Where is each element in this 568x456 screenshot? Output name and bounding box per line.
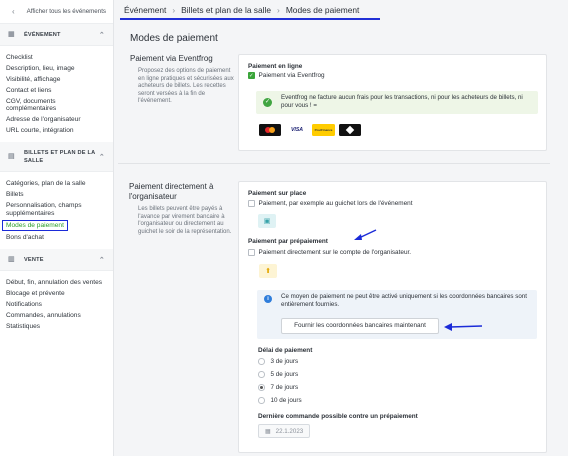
sidebar-item-presale[interactable]: Blocage et prévente — [0, 288, 113, 299]
provide-bank-details-button[interactable]: Fournir les coordonnées bancaires mainte… — [281, 318, 439, 334]
section-title: VENTE — [24, 256, 44, 263]
sidebar-item-vouchers[interactable]: Bons d'achat — [0, 232, 113, 243]
check-circle-icon: ✓ — [263, 98, 272, 107]
section-header-tickets[interactable]: ▤ BILLETS ET PLAN DE LA SALLE ⌃ — [0, 142, 113, 173]
checkbox-checked[interactable]: ✓ — [248, 72, 255, 79]
nav-list-event: Checklist Description, lieu, image Visib… — [0, 46, 113, 142]
radio-button-selected[interactable] — [258, 384, 265, 391]
deadline-option-label: 3 de jours — [270, 358, 299, 365]
sidebar-item-organizer-address[interactable]: Adresse de l'organisateur — [0, 114, 113, 125]
onsite-checkbox-label: Paiement, par exemple au guichet lors de… — [258, 200, 413, 207]
section-header-event[interactable]: ▦ ÉVÉNEMENT ⌃ — [0, 24, 113, 46]
breadcrumb-current: Modes de paiement — [285, 5, 360, 15]
onsite-heading: Paiement sur place — [248, 190, 307, 197]
online-payment-checkbox-label: Paiement via Eventfrog — [258, 72, 325, 79]
chevron-right-icon: › — [172, 5, 176, 15]
direct-section-description: Les billets peuvent être payés à l'avanc… — [138, 206, 232, 235]
radio-button[interactable] — [258, 371, 265, 378]
checkbox-unchecked[interactable] — [248, 249, 255, 256]
visa-logo: VISA — [286, 124, 308, 136]
last-order-date-value: 22.1.2023 — [275, 427, 304, 435]
direct-payment-card: Paiement sur place Paiement, par exemple… — [238, 181, 547, 453]
bank-details-info-text: Ce moyen de paiement ne peut être activé… — [281, 293, 527, 309]
deadline-option-10[interactable]: 10 de jours — [258, 397, 302, 404]
annotation-arrow-icon — [444, 323, 483, 331]
chevron-left-icon: ‹ — [12, 7, 15, 16]
ticket-icon: ▤ — [8, 153, 15, 161]
section-divider — [118, 163, 550, 164]
section-title: ÉVÉNEMENT — [24, 31, 61, 38]
sidebar-item-customization[interactable]: Personnalisation, champs supplémentaires — [0, 200, 113, 219]
prepay-heading: Paiement par prépaiement — [248, 238, 328, 245]
deadline-option-label: 10 de jours — [270, 397, 302, 404]
sidebar-item-tickets[interactable]: Billets — [0, 189, 113, 200]
eventfrog-card: Paiement en ligne ✓ Paiement via Eventfr… — [238, 54, 547, 151]
sidebar-item-short-url[interactable]: URL courte, intégration — [0, 125, 113, 136]
prepay-checkbox-label: Paiement directement sur le compte de l'… — [258, 249, 412, 256]
bank-transfer-icon: ⬆ — [259, 264, 277, 278]
section-title: BILLETS ET PLAN DE LA SALLE — [24, 149, 96, 164]
radio-button[interactable] — [258, 397, 265, 404]
deadline-option-7[interactable]: 7 de jours — [258, 384, 298, 391]
sidebar-item-orders[interactable]: Commandes, annulations — [0, 310, 113, 321]
annotation-arrow-icon — [354, 229, 377, 240]
page-title: Modes de paiement — [130, 33, 218, 44]
section-header-sales[interactable]: ▥ VENTE ⌃ — [0, 249, 113, 272]
chevron-up-icon: ⌃ — [98, 31, 105, 39]
back-link-label: Afficher tous les événements — [26, 8, 107, 15]
nav-list-sales: Début, fin, annulation des ventes Blocag… — [0, 271, 113, 338]
mastercard-logo — [259, 124, 281, 136]
calendar-icon: ▦ — [265, 428, 271, 435]
chevron-right-icon: › — [277, 5, 280, 15]
no-fees-text: Eventfrog ne facture aucun frais pour le… — [281, 94, 523, 110]
checkbox-unchecked[interactable] — [248, 200, 255, 207]
breadcrumb-tickets[interactable]: Billets et plan de la salle — [181, 5, 271, 15]
sidebar-item-checklist[interactable]: Checklist — [0, 52, 113, 63]
postfinance-logo: PostFinance — [312, 124, 335, 136]
cash-register-icon: ▣ — [258, 214, 276, 228]
info-icon: i — [264, 295, 272, 303]
online-payment-heading: Paiement en ligne — [248, 63, 303, 70]
breadcrumb: Événement › Billets et plan de la salle … — [120, 2, 380, 20]
bank-details-info-box: i Ce moyen de paiement ne peut être acti… — [257, 290, 537, 339]
deadline-option-label: 5 de jours — [270, 371, 299, 378]
prepay-checkbox-row[interactable]: Paiement directement sur le compte de l'… — [248, 249, 411, 256]
deadline-option-label: 7 de jours — [270, 384, 299, 391]
back-to-events-link[interactable]: ‹ Afficher tous les événements — [0, 0, 113, 24]
no-fees-notice: ✓ Eventfrog ne facture aucun frais pour … — [256, 91, 538, 114]
nav-list-tickets: Catégories, plan de la salle Billets Per… — [0, 172, 113, 249]
deadline-option-3[interactable]: 3 de jours — [258, 358, 298, 365]
sidebar-item-visibility[interactable]: Visibilité, affichage — [0, 74, 113, 85]
online-payment-checkbox-row[interactable]: ✓ Paiement via Eventfrog — [248, 72, 325, 79]
sidebar-item-sales-period[interactable]: Début, fin, annulation des ventes — [0, 277, 113, 288]
chevron-up-icon: ⌃ — [98, 256, 105, 264]
deadline-heading: Délai de paiement — [258, 347, 313, 354]
sidebar-item-cgv[interactable]: CGV, documents complémentaires — [0, 96, 113, 115]
eventfrog-section-description: Proposez des options de paiement en lign… — [138, 68, 234, 105]
sidebar-item-notifications[interactable]: Notifications — [0, 299, 113, 310]
last-order-date-input[interactable]: ▦ 22.1.2023 — [258, 424, 310, 438]
calendar-icon: ▦ — [8, 31, 15, 38]
sidebar-item-categories[interactable]: Catégories, plan de la salle — [0, 178, 113, 189]
sidebar-item-contact[interactable]: Contact et liens — [0, 85, 113, 96]
radio-button[interactable] — [258, 358, 265, 365]
eventfrog-section-title: Paiement via Eventfrog — [130, 54, 213, 63]
direct-section-title: Paiement directement à l'organisateur — [129, 182, 214, 201]
sidebar: ‹ Afficher tous les événements ▦ ÉVÉNEME… — [0, 0, 114, 456]
sidebar-item-payment-methods[interactable]: Modes de paiement — [2, 219, 68, 232]
last-order-heading: Dernière commande possible contre un pré… — [258, 413, 418, 420]
cart-icon: ▥ — [8, 256, 15, 264]
deadline-option-5[interactable]: 5 de jours — [258, 371, 298, 378]
breadcrumb-event[interactable]: Événement — [124, 5, 166, 15]
onsite-checkbox-row[interactable]: Paiement, par exemple au guichet lors de… — [248, 200, 412, 207]
sidebar-item-description[interactable]: Description, lieu, image — [0, 63, 113, 74]
twint-logo — [339, 124, 361, 136]
chevron-up-icon: ⌃ — [98, 153, 105, 161]
sidebar-item-statistics[interactable]: Statistiques — [0, 321, 113, 332]
